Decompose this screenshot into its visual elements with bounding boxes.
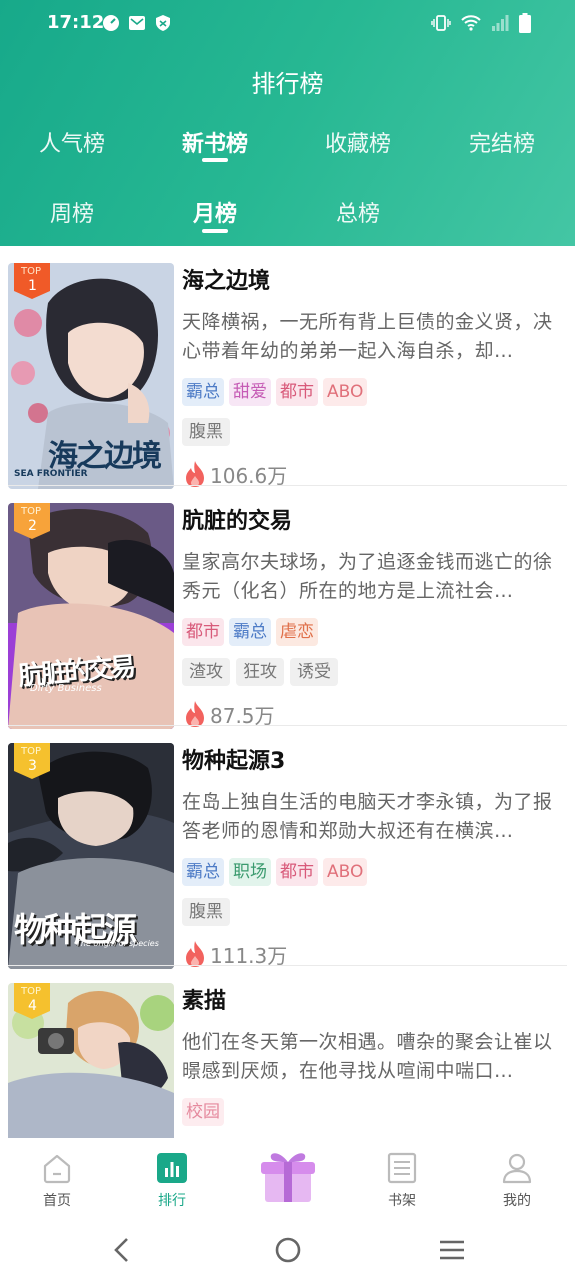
vibrate-icon: [431, 15, 451, 31]
rank-label: TOP: [21, 746, 42, 757]
book-description: 他们在冬天第一次相遇。嘈杂的聚会让崔以暻感到厌烦，在他寻找从喧闹中喘口…: [182, 1031, 553, 1082]
nav-label: 我的: [503, 1193, 531, 1209]
tag: 狂攻: [236, 658, 284, 686]
status-time: 17:12: [47, 12, 105, 33]
rank-label: TOP: [21, 986, 42, 997]
ranking-icon: [157, 1153, 187, 1183]
header: 17:12 排行榜 人气榜 新书榜 收藏榜 完结榜 周榜 月榜 总榜: [0, 0, 575, 246]
tag: 霸总: [182, 378, 224, 406]
tag: 甜爱: [229, 378, 271, 406]
tab-favorites[interactable]: 收藏榜: [325, 126, 391, 158]
tag: 霸总: [229, 618, 271, 646]
tag: 虐恋: [276, 618, 318, 646]
genre-tags: 校园: [182, 1098, 562, 1127]
list-item[interactable]: TOP 4 素描 他们在冬天第一次相遇。嘈杂的聚会让崔以暻感到厌烦，在他寻找从喧…: [0, 966, 575, 1138]
tag: 职场: [229, 858, 271, 886]
rank-number: 2: [28, 518, 37, 534]
nav-profile[interactable]: 我的: [477, 1152, 557, 1210]
speed-icon: [103, 15, 119, 31]
page-title: 排行榜: [251, 70, 324, 98]
book-title[interactable]: 物种起源3: [182, 746, 562, 778]
book-description: 在岛上独自生活的电脑天才李永镇，为了报答老师的恩情和郑勋大叔还有在横滨…: [182, 791, 553, 842]
tag: 渣攻: [182, 658, 230, 686]
fire-icon: [186, 941, 204, 967]
signal-icon: [492, 15, 509, 31]
profile-icon: [502, 1153, 532, 1184]
book-title[interactable]: 素描: [182, 986, 562, 1018]
tag: ABO: [323, 378, 368, 406]
list-item[interactable]: 物种起源 The origin of species TOP 3 物种起源3 在…: [0, 726, 575, 969]
home-icon: [43, 1154, 71, 1184]
system-nav-bar: [0, 1218, 575, 1280]
status-bar: 17:12: [0, 0, 575, 48]
rank-number: 3: [28, 758, 37, 774]
ranking-list[interactable]: 海之边境 SEA FRONTIER TOP 1 海之边境 天降横祸，一无所有背上…: [0, 246, 575, 1138]
shield-icon: [156, 15, 170, 31]
list-item[interactable]: 海之边境 SEA FRONTIER TOP 1 海之边境 天降横祸，一无所有背上…: [0, 246, 575, 489]
fire-icon: [186, 701, 204, 727]
tag: 校园: [182, 1098, 224, 1126]
tab-monthly[interactable]: 月榜: [193, 196, 237, 228]
tab-popular[interactable]: 人气榜: [39, 126, 105, 158]
cover-subtitle: The origin of species: [76, 939, 159, 948]
battery-icon: [519, 13, 531, 33]
book-description: 天降横祸，一无所有背上巨债的金义贤，决心带着年幼的弟弟一起入海自杀，却…: [182, 311, 553, 362]
book-cover[interactable]: 肮脏的交易 Dirty Business TOP 2: [8, 503, 174, 729]
bookshelf-icon: [387, 1152, 417, 1184]
tag: 都市: [182, 618, 224, 646]
rank-number: 1: [28, 278, 37, 294]
fire-icon: [186, 461, 204, 487]
book-description: 皇家高尔夫球场，为了追逐金钱而逃亡的徐秀元（化名）所在的地方是上流社会…: [182, 551, 553, 602]
genre-tags: 霸总 职场 都市 ABO: [182, 858, 562, 887]
message-icon: [129, 16, 145, 30]
back-icon[interactable]: [110, 1236, 134, 1264]
tag: 都市: [276, 378, 318, 406]
tab-weekly[interactable]: 周榜: [50, 196, 94, 228]
trait-tags: 腹黑: [182, 898, 562, 927]
wifi-icon: [461, 15, 481, 31]
book-title[interactable]: 肮脏的交易: [182, 506, 562, 538]
tag: 都市: [276, 858, 318, 886]
nav-label: 书架: [388, 1193, 416, 1209]
home-button-icon[interactable]: [274, 1236, 302, 1264]
book-cover[interactable]: 物种起源 The origin of species TOP 3: [8, 743, 174, 969]
nav-bookshelf[interactable]: 书架: [362, 1152, 442, 1210]
tab-all-time[interactable]: 总榜: [336, 196, 380, 228]
trait-tags: 渣攻 狂攻 诱受: [182, 658, 562, 687]
cover-subtitle: SEA FRONTIER: [14, 469, 88, 479]
tag: 腹黑: [182, 898, 230, 926]
ranking-type-tabs: 人气榜 新书榜 收藏榜 完结榜: [0, 126, 575, 166]
bottom-nav: 首页 排行 书架 我的: [0, 1138, 575, 1218]
cover-subtitle: Dirty Business: [30, 683, 102, 694]
tag: ABO: [323, 858, 368, 886]
active-period-indicator: [202, 229, 228, 233]
trait-tags: 腹黑: [182, 418, 562, 447]
period-tabs: 周榜 月榜 总榜: [0, 196, 575, 236]
menu-icon[interactable]: [438, 1238, 466, 1262]
list-item[interactable]: 肮脏的交易 Dirty Business TOP 2 肮脏的交易 皇家高尔夫球场…: [0, 486, 575, 729]
book-cover[interactable]: TOP 4: [8, 983, 174, 1138]
gift-icon[interactable]: [259, 1148, 317, 1204]
active-tab-indicator: [202, 158, 228, 162]
nav-label: 首页: [43, 1193, 71, 1209]
nav-label: 排行: [158, 1193, 186, 1209]
rank-label: TOP: [21, 266, 42, 277]
tag: 腹黑: [182, 418, 230, 446]
tab-completed[interactable]: 完结榜: [469, 126, 535, 158]
rank-number: 4: [28, 998, 37, 1014]
nav-home[interactable]: 首页: [17, 1152, 97, 1210]
tag: 诱受: [290, 658, 338, 686]
rank-label: TOP: [21, 506, 42, 517]
genre-tags: 霸总 甜爱 都市 ABO: [182, 378, 562, 407]
tab-new-books[interactable]: 新书榜: [182, 126, 248, 158]
book-cover[interactable]: 海之边境 SEA FRONTIER TOP 1: [8, 263, 174, 489]
nav-ranking[interactable]: 排行: [132, 1152, 212, 1210]
book-title[interactable]: 海之边境: [182, 266, 562, 298]
genre-tags: 都市 霸总 虐恋: [182, 618, 562, 647]
tag: 霸总: [182, 858, 224, 886]
